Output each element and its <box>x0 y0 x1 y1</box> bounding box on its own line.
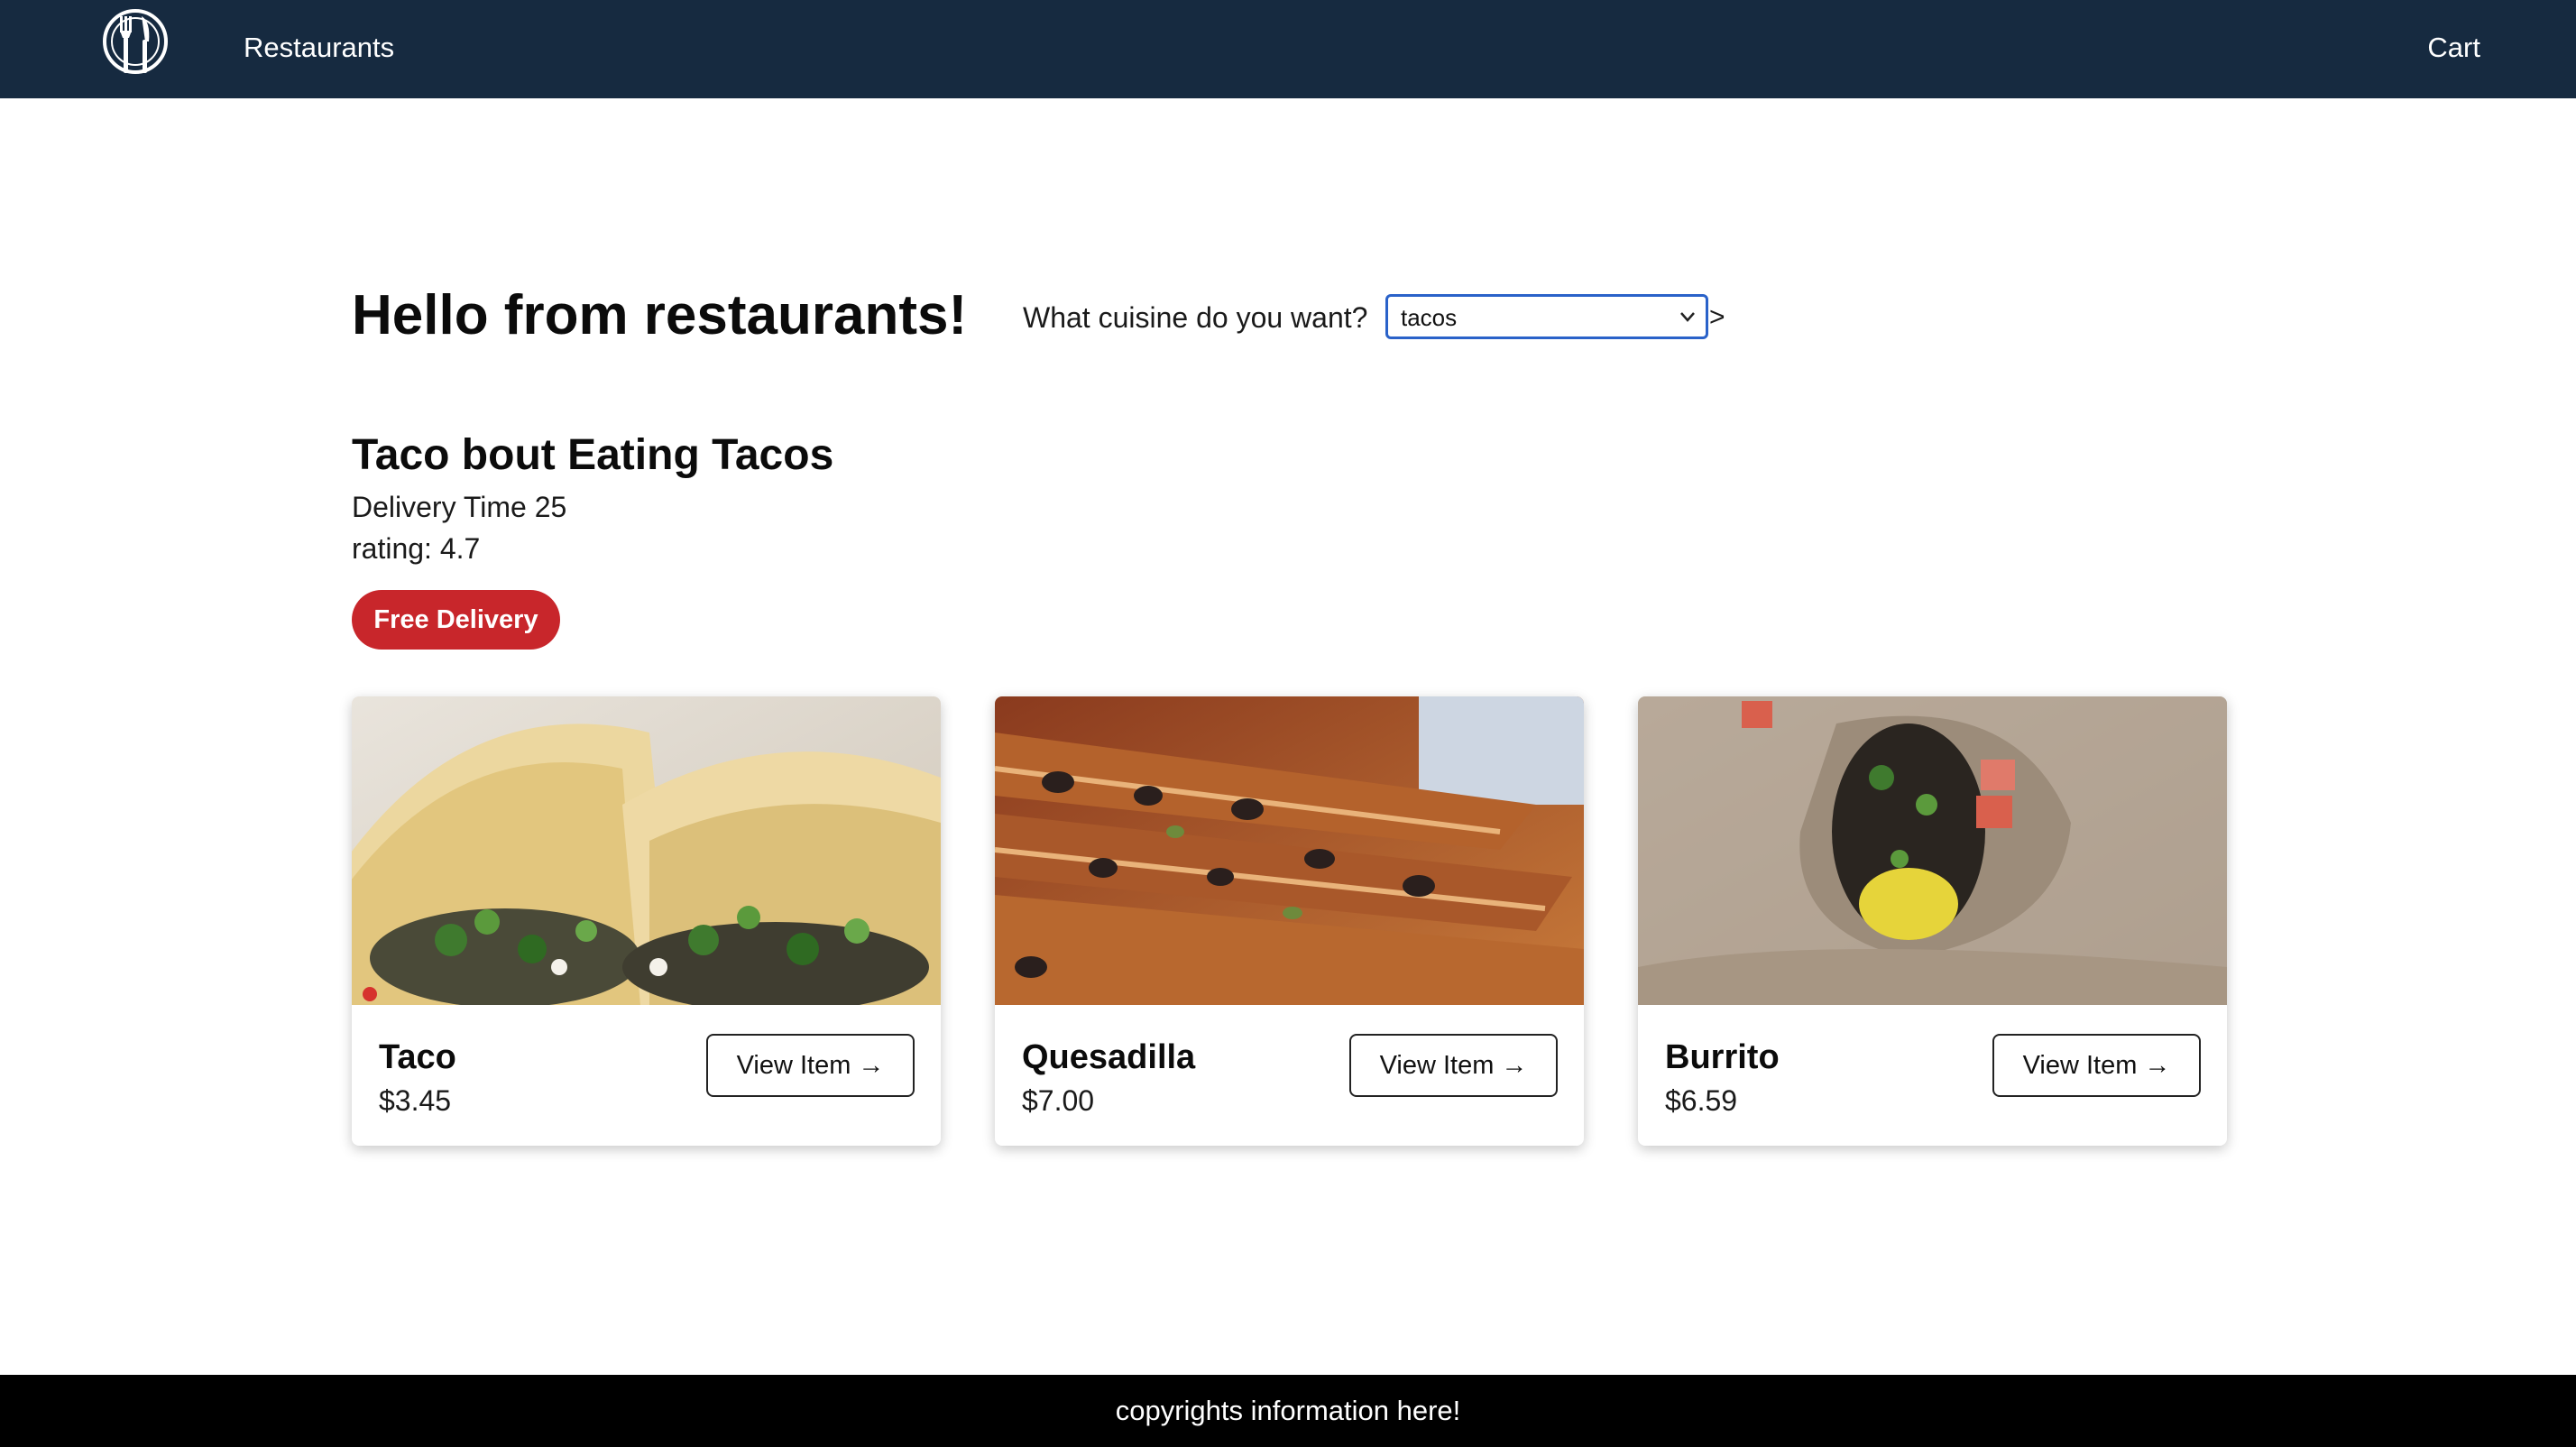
view-item-button[interactable]: View Item → <box>1349 1034 1558 1097</box>
chevron-down-icon <box>1679 309 1697 324</box>
restaurant-name: Taco bout Eating Tacos <box>352 431 834 479</box>
menu-item-name: Burrito <box>1665 1038 1780 1076</box>
quesadilla-photo <box>995 696 1584 1005</box>
menu-item-card: Burrito $6.59 View Item → <box>1638 696 2227 1146</box>
utensils-logo-icon[interactable] <box>100 5 170 79</box>
delivery-time: Delivery Time 25 <box>352 491 567 523</box>
burrito-photo <box>1638 696 2227 1005</box>
stray-gt-char: > <box>1709 302 1725 332</box>
view-item-button[interactable]: View Item → <box>706 1034 915 1097</box>
restaurant-rating: rating: 4.7 <box>352 532 481 565</box>
menu-item-card: Taco $3.45 View Item → <box>352 696 941 1146</box>
menu-item-price: $3.45 <box>379 1084 452 1117</box>
cuisine-prompt-label: What cuisine do you want? <box>1023 301 1368 334</box>
view-item-button[interactable]: View Item → <box>1992 1034 2201 1097</box>
menu-item-price: $7.00 <box>1022 1084 1095 1117</box>
top-navbar: Restaurants Cart <box>0 0 2576 98</box>
menu-item-name: Quesadilla <box>1022 1038 1196 1076</box>
footer: copyrights information here! <box>0 1375 2576 1447</box>
menu-item-card: Quesadilla $7.00 View Item → <box>995 696 1584 1146</box>
free-delivery-badge: Free Delivery <box>352 590 560 650</box>
menu-item-name: Taco <box>379 1038 456 1076</box>
cuisine-select[interactable]: tacos <box>1385 294 1708 339</box>
page-heading: Hello from restaurants! <box>352 284 968 346</box>
nav-cart-link[interactable]: Cart <box>2427 29 2480 67</box>
cuisine-selected-value: tacos <box>1401 304 1458 331</box>
nav-restaurants-link[interactable]: Restaurants <box>244 29 394 67</box>
menu-item-price: $6.59 <box>1665 1084 1738 1117</box>
taco-photo <box>352 696 941 1005</box>
